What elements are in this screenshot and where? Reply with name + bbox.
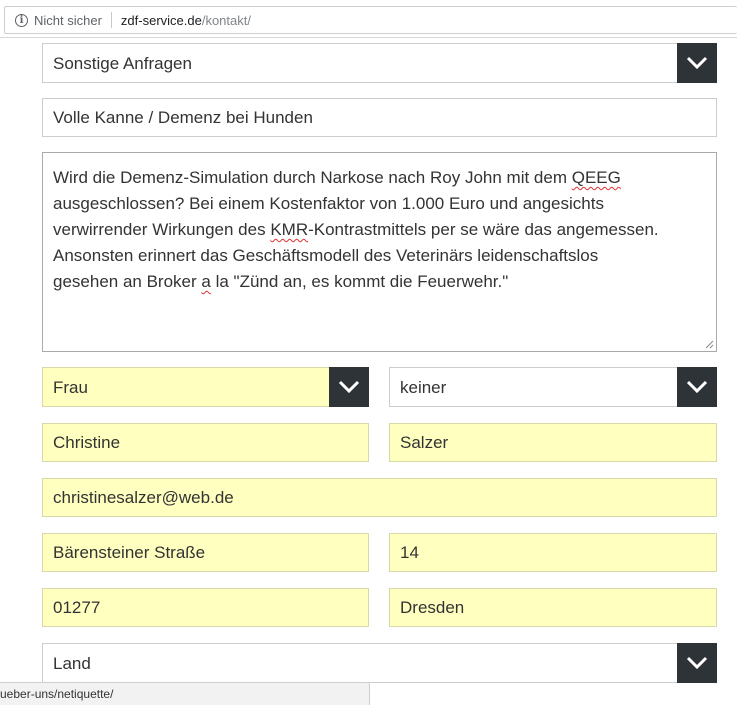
message-line: gesehen an Broker a la "Zünd an, es komm…	[53, 269, 706, 295]
street-value: Bärensteiner Straße	[53, 543, 206, 562]
subject-value: Volle Kanne / Demenz bei Hunden	[53, 108, 313, 127]
house-number-value: 14	[400, 543, 419, 562]
misspelled-word: a	[201, 272, 211, 291]
salutation-value: Frau	[53, 377, 88, 397]
chevron-down-icon[interactable]	[677, 43, 717, 83]
subject-input[interactable]: Volle Kanne / Demenz bei Hunden	[42, 98, 717, 137]
separator	[110, 12, 112, 28]
security-label[interactable]: Nicht sicher	[34, 13, 102, 28]
url-host: zdf-service.de	[120, 12, 202, 28]
message-line: Ansonsten erinnert das Geschäftsmodell d…	[53, 243, 706, 269]
message-line: Wird die Demenz-Simulation durch Narkose…	[53, 165, 706, 191]
resize-handle-icon[interactable]	[705, 340, 714, 349]
status-url: ueber-uns/netiquette/	[0, 687, 114, 701]
message-text-segment: la "Zünd an, es kommt die Feuerwehr."	[210, 272, 509, 291]
message-text-segment: Wird die Demenz-Simulation durch Narkose…	[53, 168, 572, 187]
country-select[interactable]: Land	[42, 643, 717, 683]
info-icon[interactable]: i	[15, 13, 28, 27]
country-value: Land	[53, 653, 91, 673]
chevron-down-icon[interactable]	[677, 367, 717, 407]
message-text-segment: -Kontrastmittels per se wäre das angemes…	[308, 220, 659, 239]
city-input[interactable]: Dresden	[389, 588, 717, 627]
last-name-input[interactable]: Salzer	[389, 423, 717, 462]
misspelled-word: QEEG	[571, 168, 621, 187]
misspelled-word: KMR	[270, 220, 309, 239]
category-value: Sonstige Anfragen	[53, 53, 192, 73]
message-text: Wird die Demenz-Simulation durch Narkose…	[53, 165, 706, 295]
message-text-segment: ausgeschlossen? Bei einem Kostenfaktor v…	[53, 194, 604, 213]
email-input[interactable]: christinesalzer@web.de	[42, 478, 717, 517]
address-bar[interactable]: i Nicht sicher zdf-service.de/kontakt/	[4, 6, 737, 34]
title-value: keiner	[400, 377, 447, 397]
message-textarea[interactable]: Wird die Demenz-Simulation durch Narkose…	[42, 152, 717, 352]
first-name-input[interactable]: Christine	[42, 423, 369, 462]
city-value: Dresden	[400, 598, 465, 617]
chevron-down-icon[interactable]	[677, 643, 717, 683]
url-path: /kontakt/	[201, 12, 251, 28]
street-input[interactable]: Bärensteiner Straße	[42, 533, 369, 572]
message-line: ausgeschlossen? Bei einem Kostenfaktor v…	[53, 191, 706, 217]
message-line: verwirrender Wirkungen des KMR-Kontrastm…	[53, 217, 706, 243]
message-text-segment: verwirrender Wirkungen des	[53, 220, 271, 239]
status-bar: ueber-uns/netiquette/	[0, 682, 370, 705]
chevron-down-icon[interactable]	[329, 367, 369, 407]
zip-value: 01277	[53, 598, 101, 617]
email-value: christinesalzer@web.de	[53, 488, 234, 507]
message-text-segment: Ansonsten erinnert das Geschäftsmodell d…	[53, 246, 599, 265]
house-number-input[interactable]: 14	[389, 533, 717, 572]
zip-input[interactable]: 01277	[42, 588, 369, 627]
category-select[interactable]: Sonstige Anfragen	[42, 43, 717, 83]
message-text-segment: gesehen an Broker	[53, 272, 202, 291]
salutation-select[interactable]: Frau	[42, 367, 369, 407]
title-select[interactable]: keiner	[389, 367, 717, 407]
first-name-value: Christine	[53, 433, 121, 452]
last-name-value: Salzer	[400, 433, 449, 452]
browser-url-bar: i Nicht sicher zdf-service.de/kontakt/	[0, 0, 737, 38]
